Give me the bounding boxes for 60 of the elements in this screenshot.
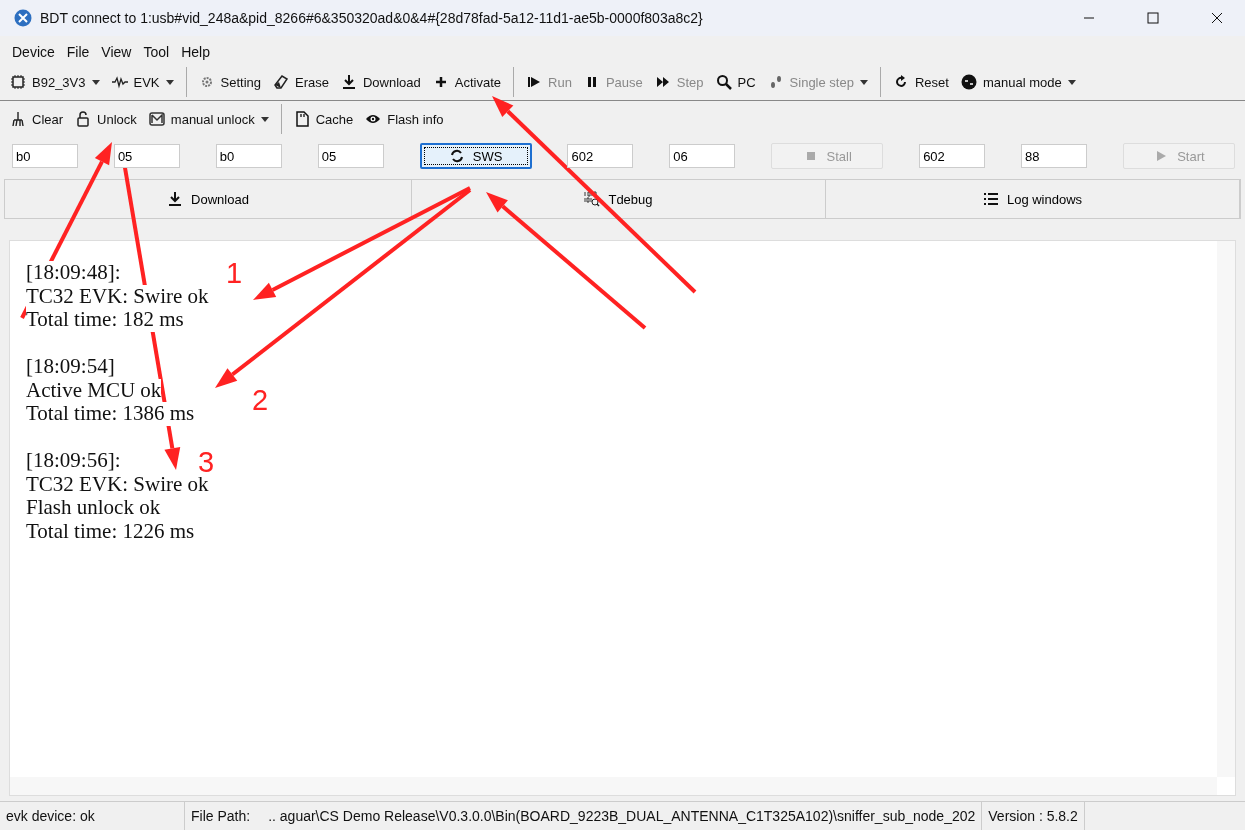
device-status: evk device: ok [0,802,185,830]
eraser-icon [273,74,289,90]
menu-item[interactable]: File [60,44,96,60]
annotation-number: 2 [252,384,269,416]
fast-forward-icon [654,74,671,90]
chip-icon [10,74,26,90]
annotation-number: 1 [226,257,243,289]
caret-icon [260,116,269,122]
toolbar-button[interactable]: PC [711,71,760,93]
download-icon [340,74,357,90]
download-icon [167,191,184,207]
toolbar-button[interactable]: Reset [888,71,953,93]
toolbar-button[interactable]: Flash info [361,108,448,130]
caret-icon [1067,79,1076,85]
version-label: Version : 5.8.2 [982,802,1085,830]
circle-icon [960,74,977,90]
envelope-icon [148,111,165,127]
file-path: .. aguar\CS Demo Release\V0.3.0.0\Bin(BOARD_9223B_DUAL_ANTENNA_C1T325A102)\sniffer_sub_node_202 [268,808,976,824]
toolbar-button[interactable]: Cache [289,108,358,130]
input-field[interactable]: b0 [215,144,282,168]
file-path-label: File Path: [191,808,251,824]
menu-item[interactable]: Help [175,44,216,60]
sync-icon [448,148,465,164]
menu-item[interactable]: Device [6,44,61,60]
search-icon [715,74,732,90]
maximize-icon [1147,12,1159,24]
menu-item[interactable]: View [95,44,138,60]
close-icon [1211,12,1223,24]
caret-icon [859,79,868,85]
toolbar-button[interactable]: Unlock [71,108,141,130]
dropdown-button[interactable]: EVK [107,71,178,93]
dropdown-button[interactable]: manual mode [956,71,1080,93]
caret-icon [165,79,174,85]
waveform-icon [111,74,128,90]
window-title: BDT connect to 1:usb#vid_248a&pid_8266#6&350320ad&0&4#{28d78fad-5a12-11d1-ae5b-0000f803a8c2} [40,10,704,26]
menu-item[interactable]: Tool [137,44,176,60]
horizontal-scrollbar[interactable] [10,777,1217,795]
list-icon [982,191,999,207]
toolbar-button[interactable]: Activate [428,71,506,93]
toolbar-button[interactable]: Download [336,71,425,93]
binary-magnifier-icon [584,191,601,207]
input-field[interactable]: 05 [317,144,384,168]
input-field[interactable]: 602 [919,144,986,168]
app-logo-icon [14,9,32,27]
dropdown-button[interactable]: B92_3V3 [6,71,104,93]
padlock-icon [75,111,92,127]
vertical-scrollbar[interactable] [1217,241,1235,777]
caret-icon [91,79,100,85]
toolbar-button[interactable]: Erase [269,71,333,93]
input-field[interactable]: 88 [1021,144,1087,168]
dropdown-button[interactable]: manual unlock [144,108,273,130]
input-field[interactable]: 06 [669,144,736,168]
toolbar-button[interactable]: Setting [194,71,265,93]
action-button[interactable]: SWS [419,143,532,169]
broom-icon [10,111,26,127]
input-field[interactable]: b0 [12,144,78,168]
input-field[interactable]: 602 [567,144,634,168]
memory-card-icon [293,111,310,127]
input-field[interactable]: 05 [113,144,180,168]
toolbar-button[interactable]: Clear [6,108,68,130]
